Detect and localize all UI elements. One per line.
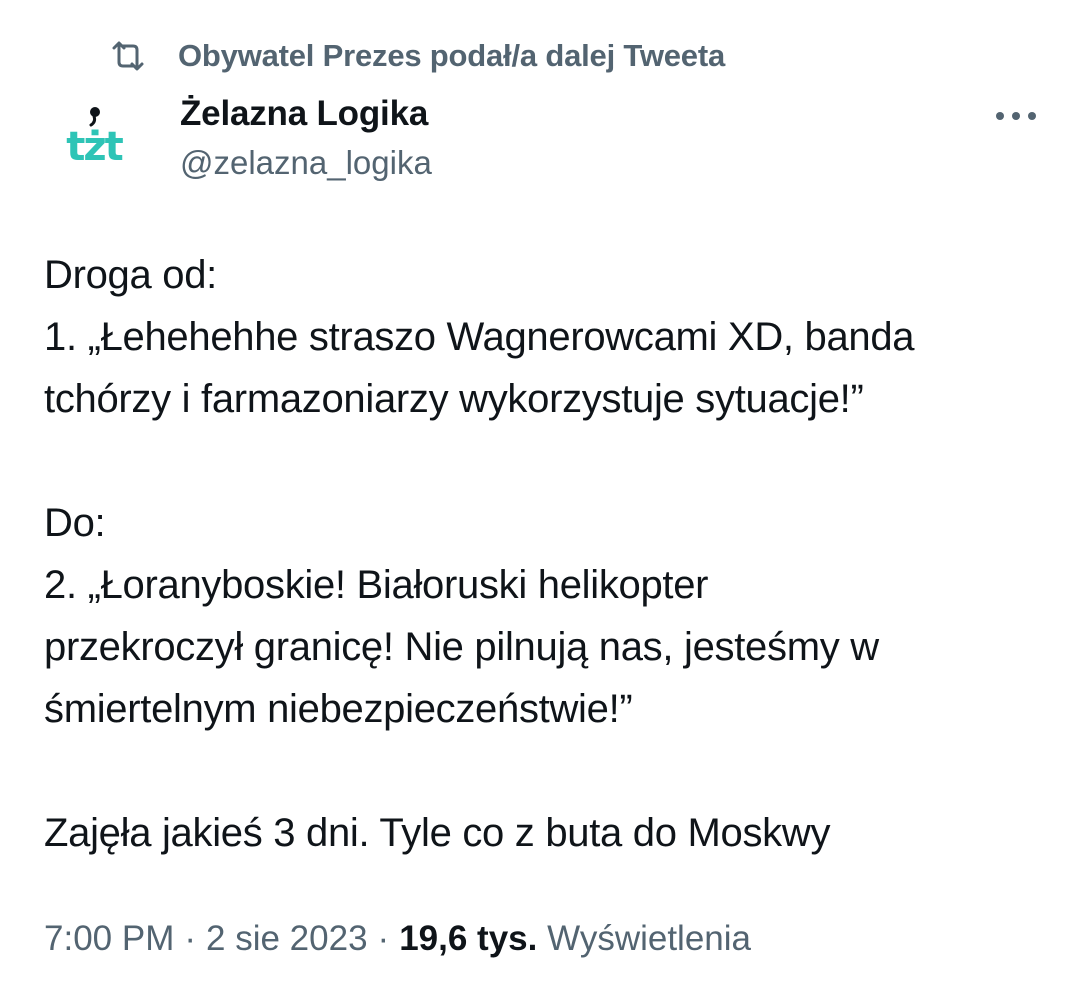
retweeter-link[interactable]: Obywatel Prezes podał/a dalej Tweeta xyxy=(178,38,725,74)
author-block: Żelazna Logika @zelazna_logika xyxy=(180,92,432,185)
retweet-header: Obywatel Prezes podał/a dalej Tweeta xyxy=(108,36,725,76)
tweet-date[interactable]: 2 sie 2023 xyxy=(206,919,368,958)
avatar[interactable]: tżt xyxy=(44,96,144,196)
avatar-logo: tżt xyxy=(66,107,126,170)
retweet-icon xyxy=(108,36,148,76)
more-options-button[interactable] xyxy=(988,96,1044,136)
views-count: 19,6 tys. xyxy=(399,919,538,958)
tweet-line: Do: xyxy=(44,501,106,545)
avatar-text: tżt xyxy=(66,124,123,170)
meta-separator: · xyxy=(184,919,197,958)
tweet-line: przekroczył granicę! Nie pilnują nas, je… xyxy=(44,625,879,669)
author-display-name[interactable]: Żelazna Logika xyxy=(180,92,432,136)
tweet-line: 1. „Łehehehhe straszo Wagnerowcami XD, b… xyxy=(44,315,915,359)
meta-separator: · xyxy=(377,919,390,958)
tweet-line: Droga od: xyxy=(44,253,217,297)
tweet-line: tchórzy i farmazoniarzy wykorzystuje syt… xyxy=(44,377,864,421)
tweet-text: Droga od: 1. „Łehehehhe straszo Wagnerow… xyxy=(44,244,1044,864)
views-label: Wyświetlenia xyxy=(547,919,752,958)
tweet-meta: 7:00 PM · 2 sie 2023 · 19,6 tys. Wyświetleni… xyxy=(44,914,751,964)
author-handle[interactable]: @zelazna_logika xyxy=(180,141,432,185)
more-horizontal-icon xyxy=(996,112,1036,120)
tweet-line: 2. „Łoranyboskie! Białoruski helikopter xyxy=(44,563,709,607)
tweet-time[interactable]: 7:00 PM xyxy=(44,919,174,958)
tweet-line: śmiertelnym niebezpieczeństwie!” xyxy=(44,687,633,731)
tweet-line: Zajęła jakieś 3 dni. Tyle co z buta do M… xyxy=(44,811,831,855)
